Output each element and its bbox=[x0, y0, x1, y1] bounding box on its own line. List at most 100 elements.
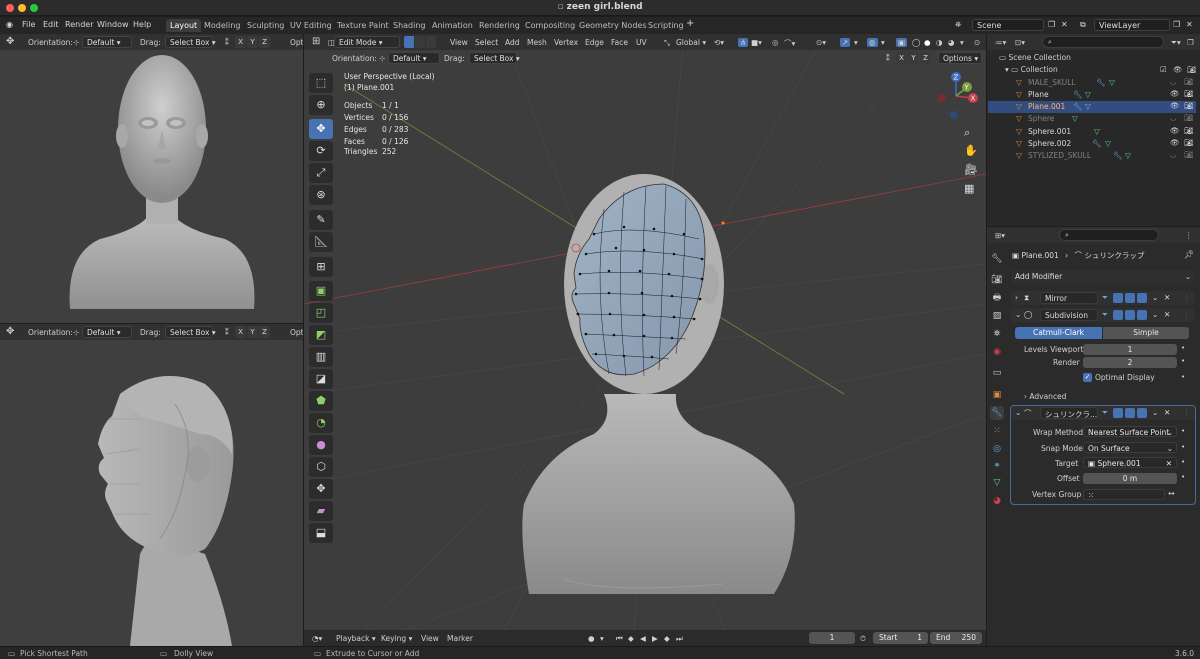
add-modifier-dropdown[interactable]: Add Modifier ⌄ bbox=[1011, 270, 1195, 283]
side-viewport[interactable]: ✥ Orientation: ⊹ Default ▾ Drag: Select … bbox=[0, 324, 303, 646]
menu-select[interactable]: Select bbox=[475, 38, 498, 47]
menu-view[interactable]: View bbox=[421, 634, 439, 643]
visibility-eye-icon[interactable]: 👁︎ bbox=[1170, 126, 1180, 135]
chevron-down-icon[interactable]: ⌄ bbox=[1152, 310, 1158, 319]
view-layer-field[interactable]: ViewLayer bbox=[1094, 19, 1170, 31]
spin-tool-icon[interactable]: ◔ bbox=[309, 413, 333, 433]
keyframe-dot-icon[interactable]: • bbox=[1181, 443, 1185, 451]
mirror-name-field[interactable]: Mirror bbox=[1040, 292, 1098, 304]
delete-view-layer-icon[interactable]: ✕ bbox=[1186, 20, 1193, 29]
add-cube-tool-icon[interactable]: ⊞ bbox=[309, 257, 333, 277]
delete-scene-icon[interactable]: ✕ bbox=[1061, 20, 1068, 29]
clear-target-icon[interactable]: ✕ bbox=[1166, 459, 1172, 468]
gizmo-dropdown-icon[interactable]: ▾ bbox=[854, 38, 858, 47]
edit-cage-icon[interactable]: ⏷ bbox=[1102, 408, 1108, 418]
close-icon[interactable]: ✕ bbox=[1164, 408, 1170, 417]
tab-layout[interactable]: Layout bbox=[166, 19, 202, 32]
keyframe-dot-icon[interactable]: • bbox=[1181, 373, 1185, 381]
render-toggle-icon[interactable] bbox=[1137, 310, 1147, 320]
render-toggle-icon[interactable] bbox=[1137, 408, 1147, 418]
catmull-clark-tab[interactable]: Catmull-Clark bbox=[1015, 327, 1102, 339]
keyframe-dot-icon[interactable]: • bbox=[1181, 344, 1185, 352]
world-tab-icon[interactable]: ◉ bbox=[990, 345, 1004, 359]
expand-arrow-icon[interactable]: › bbox=[1015, 293, 1018, 302]
hidden-eye-icon[interactable]: ◡ bbox=[1170, 150, 1177, 159]
loop-cut-tool-icon[interactable]: ▥ bbox=[309, 347, 333, 367]
tab-shading[interactable]: Shading bbox=[389, 19, 430, 32]
zoom-view-icon[interactable]: ⌕ bbox=[964, 126, 970, 140]
orientation-dropdown[interactable]: Default ▾ bbox=[82, 36, 132, 48]
menu-face[interactable]: Face bbox=[611, 38, 628, 47]
timeline-editor-icon[interactable]: ◔▾ bbox=[312, 634, 322, 643]
keyframe-dot-icon[interactable]: • bbox=[1181, 357, 1185, 365]
collapse-arrow-icon[interactable]: ⌄ bbox=[1015, 310, 1021, 319]
drag-dropdown[interactable]: Select Box ▾ bbox=[469, 52, 520, 64]
data-tab-icon[interactable]: ▽ bbox=[990, 476, 1004, 490]
visibility-eye-icon[interactable]: 👁︎ bbox=[1170, 138, 1180, 147]
tool-tab-icon[interactable]: 🔧︎ bbox=[990, 252, 1004, 266]
current-frame-field[interactable]: 1 bbox=[809, 632, 855, 644]
transform-tool-icon[interactable]: ⊛ bbox=[309, 185, 333, 205]
close-icon[interactable]: ✕ bbox=[1164, 310, 1170, 319]
start-frame-field[interactable]: Start 1 bbox=[873, 632, 928, 644]
mode-dropdown[interactable]: Edit Mode ▾ bbox=[334, 36, 400, 48]
axis-z-toggle[interactable]: Z bbox=[259, 36, 270, 48]
collection-row[interactable]: ▾ ▭ Collection ☑ 👁︎ 📷︎ bbox=[1005, 65, 1197, 74]
invert-arrows-icon[interactable]: ↔ bbox=[1168, 489, 1175, 498]
optimal-display-checkbox[interactable]: ✓ bbox=[1083, 373, 1092, 382]
axis-z-toggle[interactable]: Z bbox=[920, 52, 931, 64]
physics-tab-icon[interactable]: ◎ bbox=[990, 442, 1004, 456]
keyframe-dot-icon[interactable]: • bbox=[1181, 473, 1185, 481]
camera-view-icon[interactable]: 🎥︎ bbox=[964, 163, 978, 176]
drag-dropdown[interactable]: Select Box ▾ bbox=[165, 36, 216, 48]
vertex-select-icon[interactable] bbox=[404, 36, 414, 48]
simple-tab[interactable]: Simple bbox=[1103, 327, 1189, 339]
close-icon[interactable]: ✕ bbox=[1164, 293, 1170, 302]
menu-render[interactable]: Render bbox=[65, 20, 93, 29]
options-button[interactable]: Opt bbox=[290, 328, 303, 337]
render-tab-icon[interactable]: 📷︎ bbox=[990, 273, 1004, 287]
render-camera-icon[interactable]: 📷︎ bbox=[1184, 138, 1194, 147]
view-layer-tab-icon[interactable]: ▨ bbox=[990, 309, 1004, 323]
render-camera-icon[interactable]: 📷︎ bbox=[1184, 150, 1194, 159]
axis-y-toggle[interactable]: Y bbox=[908, 52, 919, 64]
drag-handle-icon[interactable]: ⋮ bbox=[1183, 408, 1191, 417]
outliner-row-stylized-skull[interactable]: ▽ STYLIZED_SKULL 🔧︎ ▽ ◡ 📷︎ bbox=[988, 150, 1196, 162]
axis-x-toggle[interactable]: X bbox=[235, 36, 246, 48]
menu-edit[interactable]: Edit bbox=[43, 20, 59, 29]
menu-view[interactable]: View bbox=[450, 38, 468, 47]
viewport-toggle-icon[interactable] bbox=[1125, 408, 1135, 418]
axis-z-toggle[interactable]: Z bbox=[259, 326, 270, 338]
menu-vertex[interactable]: Vertex bbox=[554, 38, 578, 47]
shear-tool-icon[interactable]: ▰ bbox=[309, 501, 333, 521]
outliner-search-input[interactable]: ⌕ bbox=[1042, 36, 1164, 48]
smooth-tool-icon[interactable]: ● bbox=[309, 435, 333, 455]
modifiers-tab-icon[interactable]: 🔧︎ bbox=[990, 406, 1004, 420]
view-layer-icon[interactable]: ⧉ bbox=[1080, 20, 1086, 30]
render-camera-icon[interactable]: 📷︎ bbox=[1184, 101, 1194, 110]
tab-modeling[interactable]: Modeling bbox=[200, 19, 244, 32]
tab-uv-editing[interactable]: UV Editing bbox=[286, 19, 336, 32]
viewport-toggle-icon[interactable] bbox=[1125, 310, 1135, 320]
extrude-tool-icon[interactable]: ▣ bbox=[309, 281, 333, 301]
axis-x-toggle[interactable]: X bbox=[235, 326, 246, 338]
navigation-gizmo[interactable]: Z Y X bbox=[930, 70, 982, 122]
constraints-tab-icon[interactable]: ⚭ bbox=[990, 459, 1004, 473]
snap-target-icon[interactable]: ■▾ bbox=[751, 38, 762, 47]
menu-mesh[interactable]: Mesh bbox=[527, 38, 547, 47]
blender-logo-icon[interactable]: ◉ bbox=[6, 20, 13, 29]
stopwatch-icon[interactable]: ⏱ bbox=[860, 634, 866, 644]
tab-animation[interactable]: Animation bbox=[428, 19, 477, 32]
render-camera-icon[interactable]: 📷︎ bbox=[1184, 77, 1194, 86]
rip-tool-icon[interactable]: ⬓ bbox=[309, 523, 333, 543]
outliner-row-plane[interactable]: ▽ Plane 🔧︎ ▽ 👁︎ 📷︎ bbox=[988, 89, 1196, 101]
orientation-dropdown[interactable]: Default ▾ bbox=[82, 326, 132, 338]
axis-y-toggle[interactable]: Y bbox=[247, 36, 258, 48]
hidden-eye-icon[interactable]: ◡ bbox=[1170, 113, 1177, 122]
edge-select-icon[interactable] bbox=[415, 36, 425, 48]
menu-edge[interactable]: Edge bbox=[585, 38, 604, 47]
particles-tab-icon[interactable]: ⁙ bbox=[990, 424, 1004, 438]
tab-compositing[interactable]: Compositing bbox=[521, 19, 579, 32]
play-icon[interactable]: ▶ bbox=[652, 634, 658, 643]
tab-geometry-nodes[interactable]: Geometry Nodes bbox=[575, 19, 650, 32]
